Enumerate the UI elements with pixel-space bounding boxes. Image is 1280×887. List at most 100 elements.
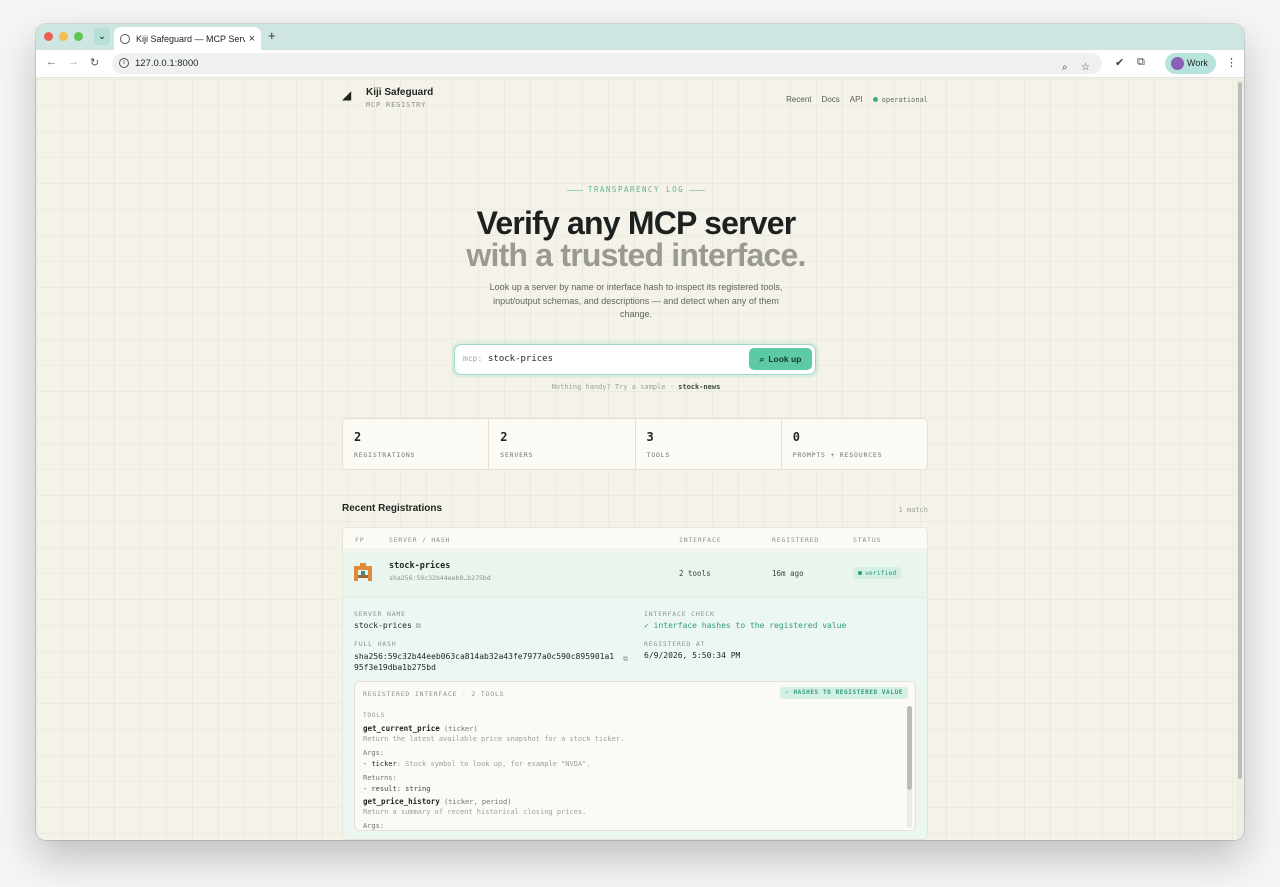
server-name[interactable]: stock-prices [389,561,450,571]
server-name-text: stock-prices [354,621,412,630]
browser-window: ⌄ Kiji Safeguard — MCP Server × + ← → ↻ … [36,24,1244,840]
brand-subtitle: MCP REGISTRY [366,101,427,109]
nav-api[interactable]: API [850,95,863,104]
hash-verified-badge: ✓ HASHES TO REGISTERED VALUE [780,687,908,699]
recent-registrations-title: Recent Registrations [342,503,443,514]
match-count: 1 match [898,506,928,514]
status-indicator: operational [872,95,928,104]
returns-label: Returns: [363,773,397,782]
site-info-icon[interactable]: i [119,58,129,68]
stat-tools: 3 TOOLS [636,419,782,469]
hero-description: Look up a server by name or interface ha… [489,282,783,319]
page-scrollbar-thumb[interactable] [1238,82,1242,779]
stat-registrations: 2 REGISTRATIONS [343,419,490,469]
page-content: ◢ Kiji Safeguard MCP REGISTRY Recent Doc… [36,79,1236,840]
tool-description: Return the latest available price snapsh… [363,735,625,743]
stat-value: 0 [792,430,800,444]
tab-strip: ⌄ Kiji Safeguard — MCP Server × + [36,24,1244,50]
tool-name: get_current_price [363,723,440,733]
col-interface: INTERFACE [679,536,722,544]
search-input[interactable] [488,350,708,368]
eyebrow-text: TRANSPARENCY LOG [587,185,685,194]
copy-icon[interactable]: ⧉ [416,622,421,630]
stat-prompts-resources: 0 PROMPTS + RESOURCES [782,419,927,469]
nav-recent[interactable]: Recent [786,95,811,104]
menu-kebab-icon[interactable]: ⋮ [1226,56,1237,69]
extension-icon[interactable]: ✔ [1115,56,1124,69]
eyebrow-label: TRANSPARENCY LOG [536,185,736,194]
browser-toolbar: ← → ↻ i 127.0.0.1:8000 ⌕ ☆ ✔ ⧉ Work ⋮ [36,50,1244,78]
status-text: operational [881,95,928,104]
tool-signature: get_current_price (ticker) [363,724,903,736]
search-icon: ⌕ [759,353,765,364]
tools-label: TOOLS [363,712,386,719]
avatar [1171,57,1184,70]
lookup-button[interactable]: ⌕ Look up [749,348,812,370]
col-registered: REGISTERED [772,536,820,544]
hero-title-line2: with a trusted interface. [466,237,806,273]
tool-description: Return a summary of recent historical cl… [363,808,587,816]
tool-params: (ticker, period) [443,797,512,806]
stat-label: TOOLS [646,451,671,459]
maximize-window-button[interactable] [74,32,83,41]
server-name-label: SERVER NAME [354,610,406,618]
registered-time: 16m ago [772,569,804,578]
hint-text: Nothing handy? Try a sample · [551,383,674,391]
tab-title: Kiji Safeguard — MCP Server [136,33,245,44]
registered-at-label: REGISTERED AT [644,640,706,648]
nav-docs[interactable]: Docs [822,95,840,104]
address-bar[interactable]: i 127.0.0.1:8000 ⌕ ☆ [112,53,1102,74]
registration-detail: SERVER NAME stock-prices ⧉ INTERFACE CHEC… [343,597,927,839]
stat-value: 2 [354,430,362,444]
arg-key: ticker [371,760,397,768]
registered-interface-card: REGISTERED INTERFACE · 2 TOOLS ✓ HASHES … [354,681,916,831]
status-badge-text: verified [865,569,897,577]
tool-signature: get_price_history (ticker, period) [363,797,903,809]
tab-search-icon[interactable]: ⌄ [94,28,110,45]
table-row[interactable]: stock-prices sha256:59c32b44eeb0…b275bd … [343,551,927,597]
back-icon[interactable]: ← [46,56,57,68]
brand-name[interactable]: Kiji Safeguard [366,87,433,98]
col-server-hash: SERVER / HASH [389,536,451,544]
profile-button[interactable]: Work [1165,53,1216,74]
arg-description: : Stock symbol to look up, for example "… [396,760,591,768]
arg-line: - ticker: Stock symbol to look up, for e… [363,760,591,768]
full-hash-value: sha256:59c32b44eeb063ca814ab32a43fe7977a… [354,652,615,672]
minimize-window-button[interactable] [59,32,68,41]
tool-name: get_price_history [363,796,440,806]
stat-value: 2 [500,430,508,444]
close-tab-icon[interactable]: × [249,33,255,45]
stats-bar: 2 REGISTRATIONS 2 SERVERS 3 TOOLS 0 PROM… [342,418,928,470]
lookup-search-box: mcp: ⌕ Look up [454,344,816,375]
new-tab-icon[interactable]: + [268,28,276,43]
close-window-button[interactable] [44,32,53,41]
status-dot-icon [872,97,878,102]
interface-tools-list: TOOLS get_current_price (ticker) Return … [363,712,903,830]
extensions-puzzle-icon[interactable]: ⧉ [1137,56,1145,69]
stat-servers: 2 SERVERS [489,419,636,469]
globe-icon [120,33,130,44]
bookmark-star-icon[interactable]: ☆ [1081,57,1090,78]
returns-line: - result: string [363,785,431,793]
col-status: STATUS [853,536,882,544]
full-hash-label: FULL HASH [354,640,397,648]
registrations-table: FP SERVER / HASH INTERFACE REGISTERED ST… [342,527,928,840]
interface-check-value: ✓ interface hashes to the registered val… [644,621,847,630]
tool-params: (ticker) [443,724,478,733]
reload-icon[interactable]: ↻ [90,56,99,69]
tab-active[interactable]: Kiji Safeguard — MCP Server × [114,27,261,50]
args-label: Args: [363,821,385,830]
profile-label: Work [1187,58,1208,68]
copy-hash-icon[interactable]: ⧉ [623,656,628,664]
zoom-icon[interactable]: ⌕ [1062,57,1068,78]
server-hash: sha256:59c32b44eeb0…b275bd [389,574,491,582]
sample-link[interactable]: stock-news [678,383,720,391]
forward-icon[interactable]: → [68,56,79,68]
sample-hint: Nothing handy? Try a sample · stock-news [436,383,836,391]
url-text: 127.0.0.1:8000 [135,58,199,69]
interface-count: 2 tools [679,569,711,578]
interface-header: REGISTERED INTERFACE · 2 TOOLS [363,690,505,698]
interface-scrollbar-thumb[interactable] [907,706,912,790]
fingerprint-identicon [354,563,372,581]
registered-at-value: 6/9/2026, 5:50:34 PM [644,651,741,660]
